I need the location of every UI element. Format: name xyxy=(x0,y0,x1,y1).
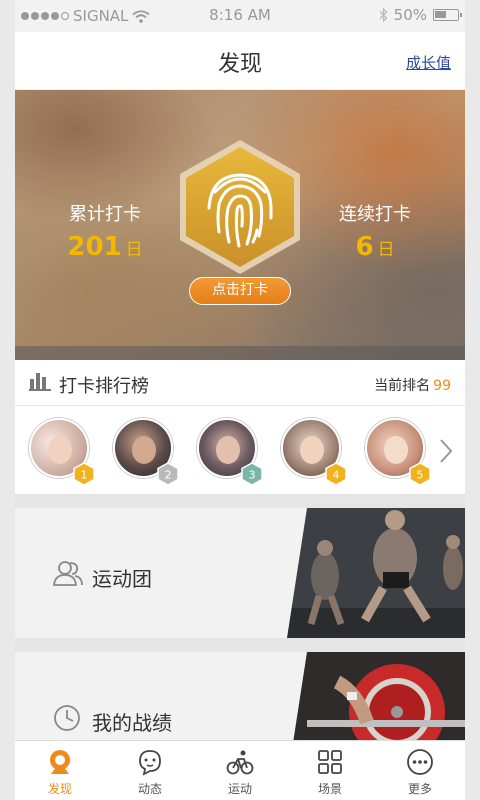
tab-scene[interactable]: 场景 xyxy=(285,741,375,800)
svg-text:3: 3 xyxy=(249,469,256,482)
battery-percent: 50% xyxy=(393,6,427,24)
tab-scene-label: 场景 xyxy=(317,782,342,796)
checkin-button[interactable]: 点击打卡 xyxy=(189,277,291,305)
nav-bar: 发现 成长值 xyxy=(15,32,465,90)
total-checkin-stat: 累计打卡 201 日 xyxy=(55,200,155,262)
battery-indicator: 50% xyxy=(379,6,462,24)
rank-badge-2: 2 xyxy=(157,462,179,486)
current-rank-value: 99 xyxy=(433,378,451,394)
rank-badge-3: 3 xyxy=(241,462,263,486)
my-record-label: 我的战绩 xyxy=(92,711,172,735)
bar-chart-icon xyxy=(29,373,51,391)
growth-value-link[interactable]: 成长值 xyxy=(406,52,451,73)
total-checkin-label: 累计打卡 xyxy=(69,204,141,225)
more-icon xyxy=(407,749,433,775)
workout-photo xyxy=(287,508,465,638)
hero-divider xyxy=(15,346,465,360)
svg-text:2: 2 xyxy=(165,469,172,482)
current-rank-label: 当前排名 xyxy=(374,378,431,394)
fingerprint-icon[interactable] xyxy=(177,138,303,276)
svg-text:4: 4 xyxy=(333,469,340,482)
chat-bubble-icon xyxy=(139,750,161,776)
sports-group-card[interactable]: 运动团 xyxy=(15,508,465,638)
rank-badge-5: 5 xyxy=(409,462,431,486)
ranking-header[interactable]: 打卡排行榜 当前排名 99 xyxy=(15,360,465,406)
ranking-title: 打卡排行榜 xyxy=(59,376,149,397)
tab-more[interactable]: 更多 xyxy=(375,741,465,800)
sports-group-label: 运动团 xyxy=(92,567,152,591)
ranking-avatars: 1 2 3 4 5 xyxy=(15,406,465,494)
tab-discover-label: 发现 xyxy=(47,782,72,796)
section-divider xyxy=(15,638,465,652)
group-icon xyxy=(53,561,83,586)
clock-icon xyxy=(54,705,80,731)
tab-sport-label: 运动 xyxy=(227,782,252,796)
svg-text:5: 5 xyxy=(417,469,424,482)
tab-more-label: 更多 xyxy=(407,782,432,796)
tab-discover[interactable]: 发现 xyxy=(15,741,105,800)
page-title: 发现 xyxy=(217,52,262,77)
grid-icon xyxy=(318,750,342,774)
tab-feed-label: 动态 xyxy=(137,782,162,796)
total-checkin-value: 201 日 xyxy=(67,232,143,262)
rank-badge-4: 4 xyxy=(325,462,347,486)
streak-checkin-label: 连续打卡 xyxy=(339,204,411,225)
rank-badge-1: 1 xyxy=(73,462,95,486)
checkin-hero: 累计打卡 201 日 点击打卡 连续打卡 6 日 xyxy=(15,90,465,360)
current-rank: 当前排名 99 xyxy=(374,375,451,395)
tab-feed[interactable]: 动态 xyxy=(105,741,195,800)
cycling-icon xyxy=(226,750,254,775)
bluetooth-icon xyxy=(379,8,388,22)
status-bar: SIGNAL 8:16 AM 50% xyxy=(15,0,465,32)
tab-sport[interactable]: 运动 xyxy=(195,741,285,800)
app-screen: SIGNAL 8:16 AM 50% 发现 成长值 累计打卡 201 日 点击打… xyxy=(15,0,465,800)
bottom-tab-bar: 发现 动态 运动 场景 更多 xyxy=(15,740,465,800)
section-divider xyxy=(15,494,465,508)
streak-checkin-value: 6日 xyxy=(355,232,395,262)
discover-icon xyxy=(50,750,70,774)
chevron-right-icon[interactable] xyxy=(439,438,453,464)
battery-icon xyxy=(433,9,462,21)
streak-checkin-stat: 连续打卡 6日 xyxy=(325,200,425,262)
svg-text:1: 1 xyxy=(81,469,88,482)
